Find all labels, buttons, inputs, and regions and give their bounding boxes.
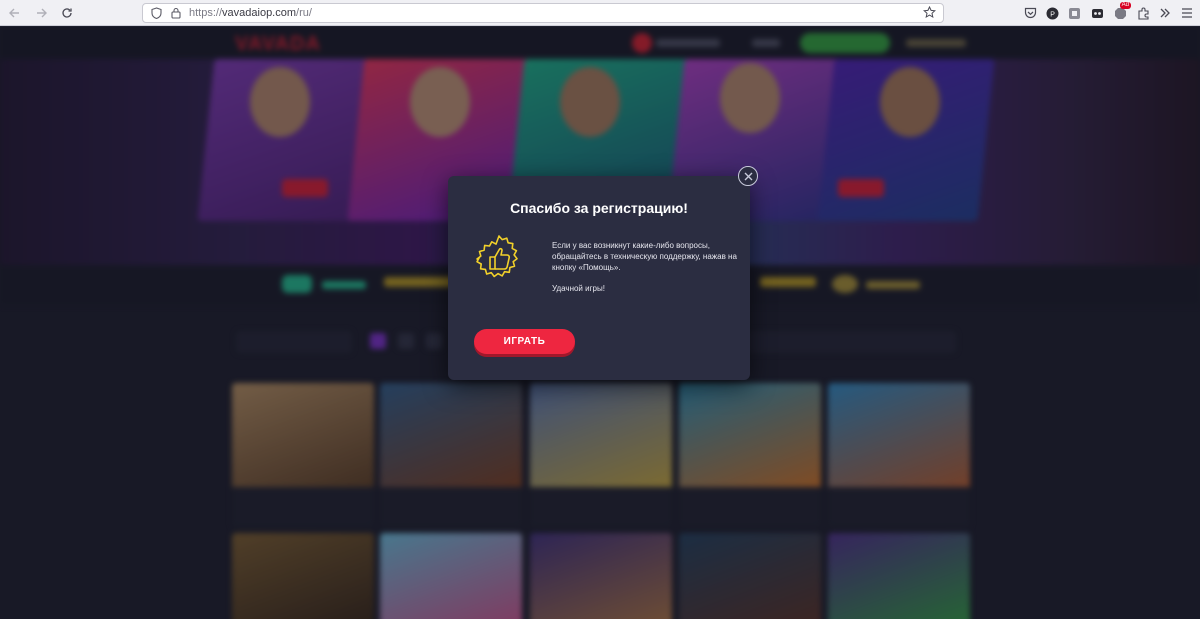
svg-text:P: P [1050, 11, 1055, 18]
adblock-badge: Ad [1119, 2, 1131, 9]
extensions-puzzle-icon[interactable] [1135, 5, 1151, 21]
extension-p-icon[interactable]: P [1044, 5, 1060, 21]
adblock-icon[interactable]: Ad [1112, 2, 1131, 21]
shield-icon[interactable] [149, 6, 163, 20]
thumbs-up-badge-icon [474, 234, 524, 284]
close-icon [744, 172, 752, 180]
modal-wish: Удачной игры! [552, 284, 605, 293]
extension-box-icon[interactable] [1066, 5, 1082, 21]
reload-icon [62, 7, 72, 18]
close-button[interactable] [738, 166, 758, 186]
back-button[interactable] [4, 2, 26, 24]
forward-arrow-icon [37, 8, 47, 17]
url-text: https://vavadaiop.com/ru/ [189, 7, 312, 19]
bookmark-star-icon[interactable] [923, 5, 937, 20]
modal-title: Спасибо за регистрацию! [510, 200, 688, 216]
browser-toolbar: https://vavadaiop.com/ru/ P Ad [0, 0, 1200, 26]
registration-success-modal: Спасибо за регистрацию! Если у вас возни… [448, 166, 758, 380]
modal-message: Если у вас возникнут какие-либо вопросы,… [552, 241, 737, 272]
back-arrow-icon [9, 8, 19, 17]
extension-mask-icon[interactable] [1089, 5, 1105, 21]
pocket-icon[interactable] [1022, 5, 1038, 21]
play-button[interactable]: ИГРАТЬ [474, 329, 575, 354]
reload-button[interactable] [56, 2, 78, 24]
hamburger-menu-icon[interactable] [1179, 5, 1195, 21]
forward-button[interactable] [30, 2, 52, 24]
lock-icon[interactable] [169, 6, 183, 20]
chevron-double-right-icon[interactable] [1157, 5, 1173, 21]
address-bar[interactable]: https://vavadaiop.com/ru/ [142, 3, 944, 23]
